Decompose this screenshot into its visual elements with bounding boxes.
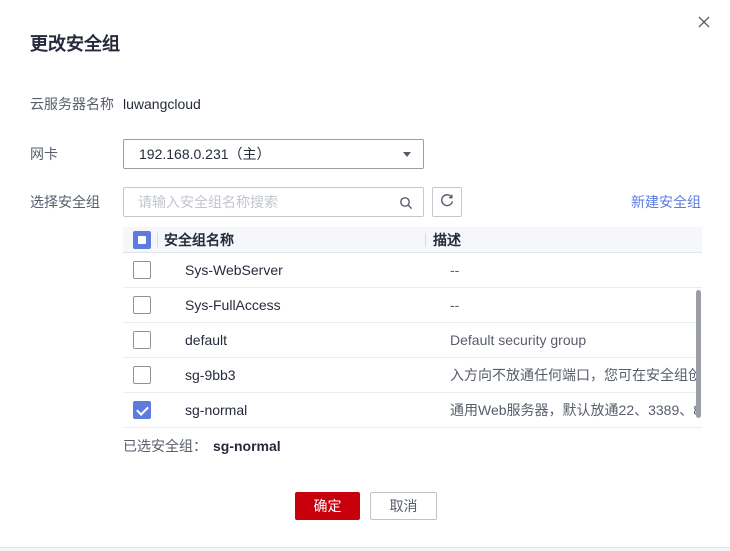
row-checkbox[interactable] — [133, 366, 151, 384]
table-scrollbar-thumb[interactable] — [696, 290, 701, 418]
sg-name: default — [185, 323, 227, 358]
select-sg-label: 选择安全组 — [30, 187, 100, 217]
selected-sg-line: 已选安全组： sg-normal — [123, 437, 281, 455]
sg-search-box — [123, 187, 424, 217]
table-row[interactable]: default Default security group — [123, 323, 702, 358]
sg-name: sg-9bb3 — [185, 358, 236, 393]
refresh-button[interactable] — [432, 187, 462, 217]
refresh-icon — [439, 193, 455, 212]
table-row[interactable]: sg-normal 通用Web服务器，默认放通22、3389、80、... — [123, 393, 702, 428]
row-checkbox[interactable] — [133, 331, 151, 349]
dialog-bottom-edge — [0, 547, 730, 551]
sg-name: Sys-WebServer — [185, 253, 283, 288]
close-icon — [697, 15, 711, 32]
cancel-button[interactable]: 取消 — [370, 492, 437, 520]
server-name-value: luwangcloud — [123, 94, 201, 114]
header-column-divider — [425, 233, 426, 247]
selected-sg-value: sg-normal — [213, 438, 281, 454]
confirm-button[interactable]: 确定 — [295, 492, 360, 520]
select-all-checkbox[interactable] — [133, 231, 151, 249]
nic-select[interactable]: 192.168.0.231（主） — [123, 139, 424, 169]
column-header-name: 安全组名称 — [164, 227, 234, 253]
sg-description: 入方向不放通任何端口，您可在安全组创建... — [450, 358, 696, 393]
sg-description: Default security group — [450, 323, 696, 358]
create-security-group-link[interactable]: 新建安全组 — [631, 187, 701, 217]
sg-search-input[interactable] — [124, 188, 423, 216]
table-row[interactable]: sg-9bb3 入方向不放通任何端口，您可在安全组创建... — [123, 358, 702, 393]
sg-name: sg-normal — [185, 393, 247, 428]
nic-select-value: 192.168.0.231（主） — [139, 140, 271, 168]
sg-description: -- — [450, 288, 696, 323]
row-checkbox[interactable] — [133, 261, 151, 279]
chevron-down-icon — [403, 152, 411, 157]
table-row[interactable]: Sys-FullAccess -- — [123, 288, 702, 323]
table-header-row: 安全组名称 描述 — [123, 227, 702, 253]
sg-name: Sys-FullAccess — [185, 288, 281, 323]
search-icon[interactable] — [398, 195, 414, 214]
sg-description: -- — [450, 253, 696, 288]
selected-sg-label: 已选安全组： — [123, 438, 207, 454]
change-security-group-dialog: 更改安全组 云服务器名称 luwangcloud 网卡 192.168.0.23… — [0, 0, 730, 551]
row-checkbox[interactable] — [133, 296, 151, 314]
sg-description: 通用Web服务器，默认放通22、3389、80、... — [450, 393, 696, 428]
header-column-divider — [157, 233, 158, 247]
security-group-table: 安全组名称 描述 Sys-WebServer -- Sys-FullAccess… — [123, 227, 702, 428]
close-button[interactable] — [695, 14, 713, 32]
table-row[interactable]: Sys-WebServer -- — [123, 253, 702, 288]
dialog-title: 更改安全组 — [30, 30, 120, 56]
column-header-description: 描述 — [433, 227, 461, 253]
row-checkbox[interactable] — [133, 401, 151, 419]
nic-label: 网卡 — [30, 139, 58, 169]
server-name-label: 云服务器名称 — [30, 94, 114, 114]
